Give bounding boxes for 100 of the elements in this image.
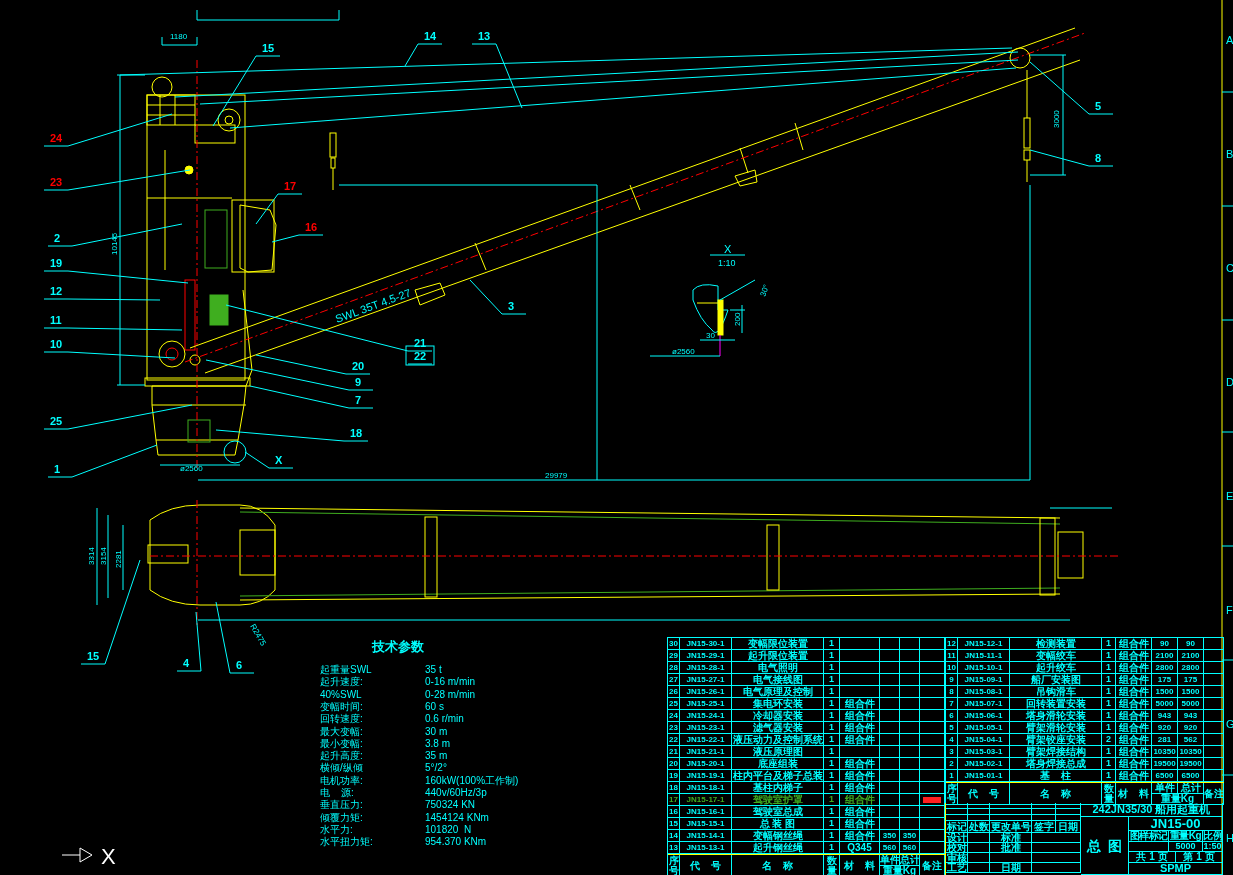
empty-cell [1204, 770, 1224, 782]
table-cell: 1 [1102, 638, 1116, 650]
border-letter: C [1226, 262, 1233, 274]
table-cell: JN15-04-1 [958, 734, 1010, 746]
table-cell: 组合件 [840, 806, 880, 818]
table-cell: 1 [824, 770, 840, 782]
table-cell: JN15-13-1 [680, 842, 732, 854]
table-cell: 1 [824, 710, 840, 722]
table-cell: 27 [668, 674, 680, 686]
empty-cell [840, 650, 880, 662]
table-cell: JN15-08-1 [958, 686, 1010, 698]
dimension-text: 3154 [99, 547, 108, 565]
table-cell: 审核 [946, 853, 968, 863]
balloon-number: 9 [355, 376, 362, 388]
param-value: 101820 N [425, 824, 472, 835]
table-cell: 920 [1178, 722, 1204, 734]
table-cell: 10350 [1178, 746, 1204, 758]
table-cell: JN15-03-1 [958, 746, 1010, 758]
empty-cell [840, 686, 880, 698]
empty-cell [1129, 842, 1169, 852]
param-value: 954.370 KNm [425, 837, 487, 848]
balloon-number: 12 [50, 285, 63, 297]
table-cell: 2800 [1152, 662, 1178, 674]
table-cell: 回转装置安装 [1010, 698, 1102, 710]
balloon-number: 1 [54, 463, 61, 475]
table-cell: 281 [1152, 734, 1178, 746]
table-cell: 20 [668, 758, 680, 770]
table-cell: 组合件 [1116, 722, 1152, 734]
table-cell: 起升绞车 [1010, 662, 1102, 674]
empty-cell [968, 853, 990, 863]
table-cell: 电气接线图 [732, 674, 824, 686]
balloon-number: 10 [50, 338, 63, 350]
table-cell: 组合件 [840, 758, 880, 770]
empty-cell [900, 674, 920, 686]
table-cell: 1 [1102, 674, 1116, 686]
table-cell: 12 [946, 638, 958, 650]
table-cell: 组合件 [1116, 710, 1152, 722]
table-cell: 1 [824, 650, 840, 662]
empty-cell [900, 806, 920, 818]
table-cell: 19 [668, 770, 680, 782]
scale-text: 1:10 [718, 258, 736, 268]
dimension-text: 1180 [170, 32, 188, 41]
table-cell: 组合件 [840, 722, 880, 734]
drawing-number: JN15-00 [1129, 817, 1223, 831]
table-cell: JN15-10-1 [958, 662, 1010, 674]
table-cell: 1:50 [1203, 842, 1223, 852]
table-cell: JN15-12-1 [958, 638, 1010, 650]
empty-cell [1204, 662, 1224, 674]
table-cell: 1 [824, 662, 840, 674]
empty-cell [900, 698, 920, 710]
param-label: 起升速度: [320, 677, 363, 688]
table-cell: 10350 [1152, 746, 1178, 758]
table-cell: 臂架滑轮安装 [1010, 722, 1102, 734]
dimension-text: ø2560 [672, 347, 695, 356]
balloon-number: X [275, 454, 283, 466]
empty-cell [1204, 674, 1224, 686]
column-header: 材 料 [1116, 783, 1152, 805]
table-cell: 批准 [990, 843, 1032, 853]
table-cell: 变幅钢丝绳 [732, 830, 824, 842]
empty-cell [880, 770, 900, 782]
balloon-number: 17 [284, 180, 297, 192]
leader-line [404, 43, 443, 67]
table-cell: 2100 [1178, 650, 1204, 662]
column-header: 数量 [1102, 783, 1116, 805]
table-cell: 日期 [990, 863, 1032, 873]
table-cell: 5 [946, 722, 958, 734]
table-cell: 16 [668, 806, 680, 818]
table-cell: 29 [668, 650, 680, 662]
table-cell: 1 [1102, 698, 1116, 710]
table-cell: 集电环安装 [732, 698, 824, 710]
empty-cell [880, 698, 900, 710]
balloon-number: 22 [414, 350, 427, 362]
table-cell: 塔身焊接总成 [1010, 758, 1102, 770]
param-label: 水平力: [320, 824, 353, 835]
param-label: 起重量SWL [320, 665, 372, 675]
column-header: 更改单号 [990, 821, 1032, 833]
table-cell: JN15-25-1 [680, 698, 732, 710]
param-label: 40%SWL [320, 689, 362, 700]
table-cell: 变幅限位装置 [732, 638, 824, 650]
table-cell: 1 [824, 698, 840, 710]
table-cell: 底座组装 [732, 758, 824, 770]
balloon-number: 2 [54, 232, 61, 244]
table-cell: 1 [824, 674, 840, 686]
table-cell: 1 [824, 746, 840, 758]
param-value: 0.6 r/min [425, 714, 464, 725]
empty-cell [900, 782, 920, 794]
table-cell: 6 [946, 710, 958, 722]
table-cell: JN15-07-1 [958, 698, 1010, 710]
table-cell: 校对 [946, 843, 968, 853]
balloon-number: 3 [508, 300, 515, 312]
table-cell: 90 [1178, 638, 1204, 650]
balloon-number: 6 [236, 659, 243, 671]
param-label: 起升高度: [320, 751, 363, 762]
hook-drawing [329, 132, 337, 191]
param-value: 160kW(100%工作制) [425, 775, 519, 786]
table-cell: 21 [668, 746, 680, 758]
table-cell: JN15-17-1 [680, 794, 732, 806]
param-label: 横倾/纵倾 [320, 763, 363, 774]
table-cell: 组合件 [840, 698, 880, 710]
detail-label: X [724, 243, 732, 255]
